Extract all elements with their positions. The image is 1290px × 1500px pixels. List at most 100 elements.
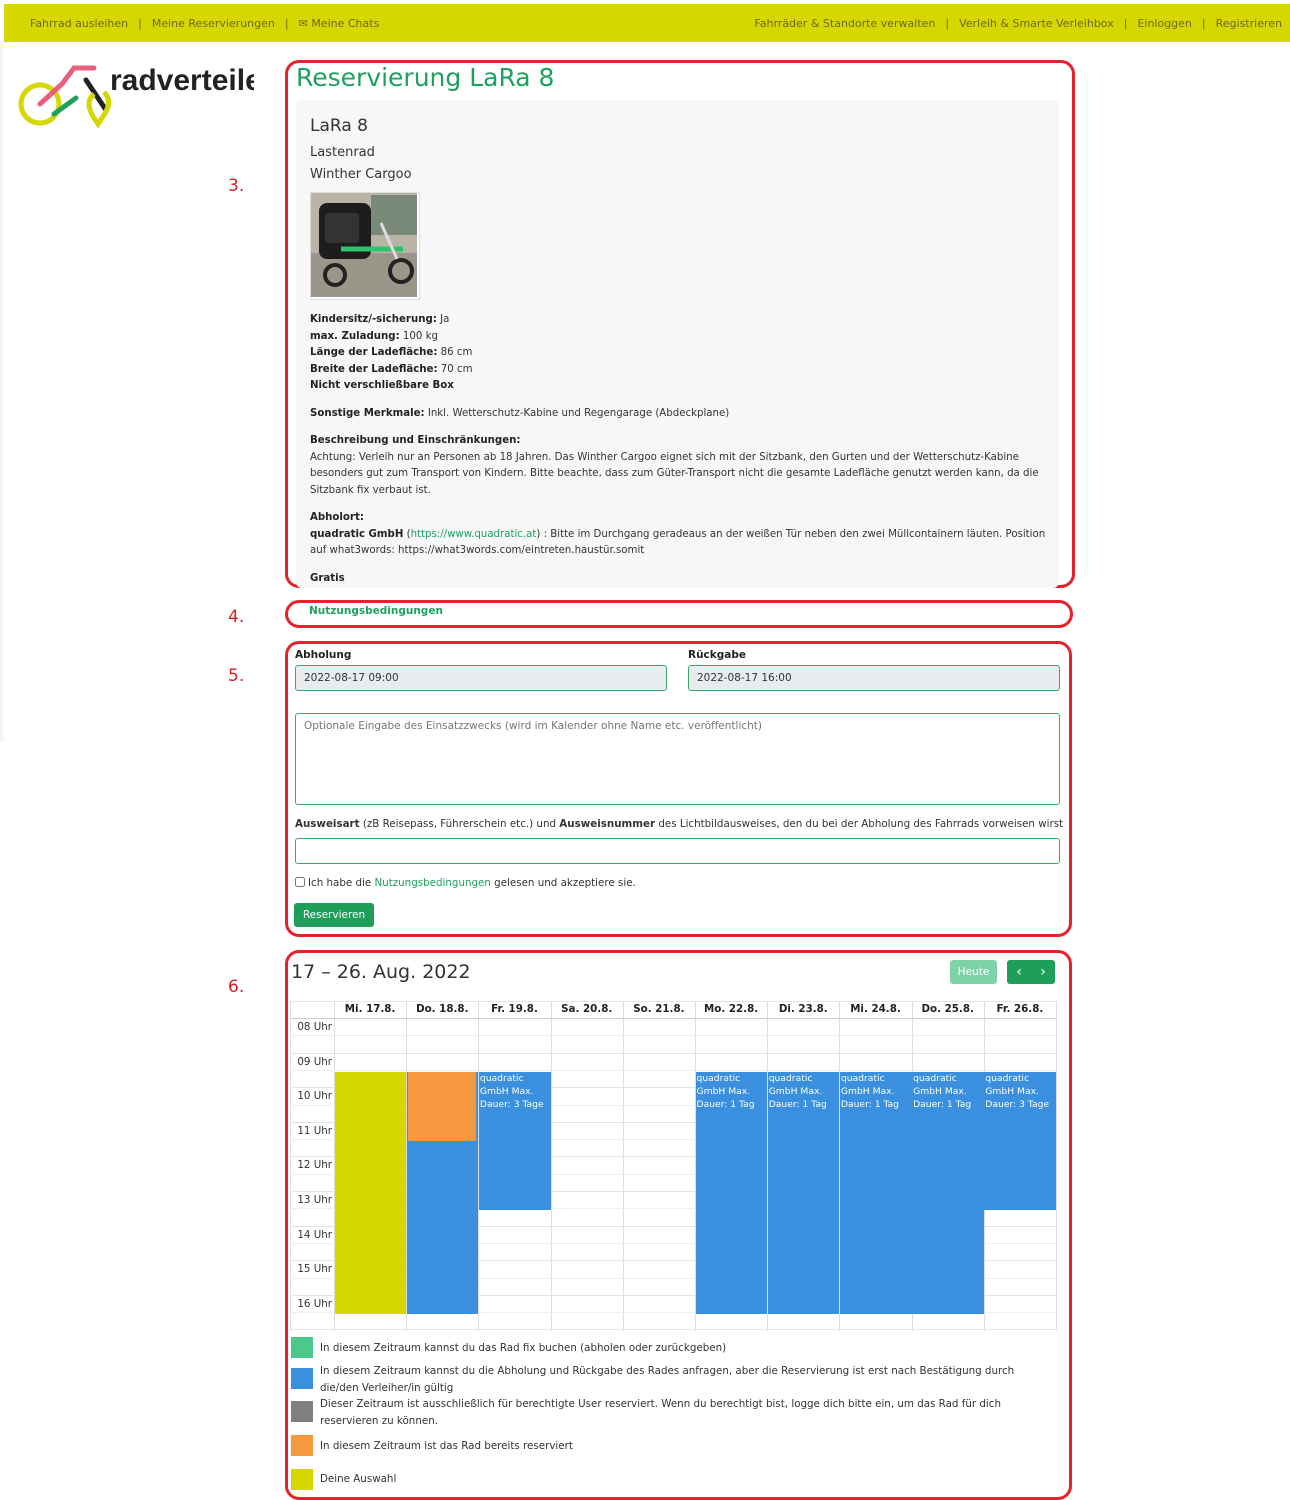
today-button[interactable]: Heute [950,960,997,984]
legend-text: In diesem Zeitraum ist das Rad bereits r… [320,1440,573,1452]
nav-left: Fahrrad ausleihen | Meine Reservierungen | ✉… [30,17,380,30]
bike-info-card: LaRa 8 Lastenrad Winther Cargoo Kindersi… [296,100,1059,588]
nav-manage-bikes[interactable]: Fahrräder & Standorte verwalten [754,17,935,30]
spec-box: Nicht verschließbare Box [310,380,454,391]
calendar-event[interactable] [334,1071,407,1315]
nav-my-reservations[interactable]: Meine Reservierungen [152,17,275,30]
accept-terms-link[interactable]: Nutzungsbedingungen [374,877,490,889]
nav-rent-bike[interactable]: Fahrrad ausleihen [30,17,128,30]
spec-cargo-length: Länge der Ladefläche: 86 cm [310,347,473,358]
calendar-hour-label: 14 Uhr [297,1228,332,1241]
legend-text: Deine Auswahl [320,1473,397,1485]
legend-text: Dieser Zeitraum ist ausschließlich für b… [320,1398,1001,1427]
id-document-input[interactable] [295,838,1060,864]
nav-my-chats[interactable]: ✉ Meine Chats [299,17,380,30]
calendar-slot-line [290,1035,1056,1037]
legend-text: In diesem Zeitraum kannst du das Rad fix… [320,1342,727,1354]
calendar-event[interactable]: quadratic GmbH Max. Dauer: 1 Tag [767,1071,840,1315]
calendar-day-header: Sa. 20.8. [561,1003,613,1015]
calendar-hour-label: 12 Uhr [297,1159,332,1172]
calendar-day-header: Fr. 19.8. [491,1003,538,1015]
calendar-day-header: Do. 25.8. [921,1003,974,1015]
legend-swatch [291,1435,313,1456]
calendar-day-header: Mo. 22.8. [704,1003,759,1015]
calendar-column-divider [550,1001,552,1331]
calendar-slot-line [290,1069,1056,1071]
step-label-4: 4. [228,607,245,627]
calendar-event[interactable]: quadratic GmbH Max. Dauer: 1 Tag [839,1071,912,1315]
calendar-day-header: Mi. 24.8. [850,1003,901,1015]
calendar-hour-label: 13 Uhr [297,1194,332,1206]
pickup-location: Abholort: quadratic GmbH (https://www.qua… [310,512,1046,556]
nav-right: Fahrräder & Standorte verwalten | Verleih … [754,17,1282,30]
calendar-slot-line [290,1329,1056,1331]
calendar-event[interactable]: quadratic GmbH Max. Dauer: 1 Tag [912,1071,984,1315]
nav-login[interactable]: Einloggen [1137,17,1191,30]
calendar-day-header: Fr. 26.8. [996,1003,1044,1015]
top-navbar: Fahrrad ausleihen | Meine Reservierungen | ✉… [4,4,1290,42]
chevron-left-icon: ‹ [1016,964,1022,980]
bike-photo[interactable] [310,192,420,300]
pickup-url-link[interactable]: https://www.quadratic.at [411,529,537,540]
page-title: Reservierung LaRa 8 [296,63,555,92]
legend-swatch [291,1337,313,1358]
calendar-event[interactable]: quadratic GmbH Max. Dauer: 3 Tage [478,1071,551,1211]
calendar-day-header: So. 21.8. [633,1003,685,1015]
calendar-column-divider [622,1001,624,1331]
step-label-5: 5. [228,666,245,686]
calendar-slot-line [290,1052,1056,1054]
calendar-event[interactable]: quadratic GmbH Max. Dauer: 3 Tage [984,1071,1056,1211]
calendar-hour-label: 16 Uhr [297,1297,332,1310]
nav-register[interactable]: Registrieren [1216,17,1282,30]
accept-terms-row: Ich habe die Nutzungsbedingungen gelesen… [295,877,636,889]
legend-swatch [291,1368,313,1389]
terms-link[interactable]: Nutzungsbedingungen [309,605,443,617]
cargo-bike-image-icon [311,193,417,297]
return-label: Rückgabe [688,649,747,661]
spec-max-load: max. Zuladung: 100 kg [310,330,438,342]
bike-features: Sonstige Merkmale: Inkl. Wetterschutz-Ka… [310,407,730,419]
calendar-event[interactable] [408,1071,477,1142]
bike-specs: Kindersitz/-sicherung: Ja max. Zuladung:… [310,312,1050,587]
calendar-hour-label: 08 Uhr [297,1021,332,1033]
legend-text: In diesem Zeitraum kannst du die Abholun… [320,1365,1015,1394]
id-document-label: Ausweisart (zB Reisepass, Führerschein e… [295,818,1064,830]
purpose-textarea[interactable] [295,713,1060,805]
bike-name: LaRa 8 [310,116,368,136]
prev-week-button[interactable]: ‹ [1007,960,1031,984]
nav-rental-box[interactable]: Verleih & Smarte Verleihbox [959,17,1114,30]
calendar-event[interactable]: quadratic GmbH Max. Dauer: 1 Tag [695,1071,768,1315]
calendar-header-divider [290,1018,1056,1019]
calendar-hour-label: 09 Uhr [297,1055,332,1068]
radverteiler-logo[interactable]: radverteiler [14,58,274,132]
spec-child-seat: Kindersitz/-sicherung: Ja [310,314,450,325]
calendar-day-header: Do. 18.8. [416,1003,469,1015]
return-datetime-input[interactable]: 2022-08-17 16:00 [688,665,1060,691]
next-week-button[interactable]: › [1031,960,1055,984]
accept-terms-checkbox[interactable] [295,877,305,887]
legend-swatch [291,1469,313,1490]
step-label-3: 3. [228,176,245,196]
step-label-6: 6. [228,977,245,997]
sidebar-shadow [0,42,6,742]
bike-description: Beschreibung und Einschränkungen: Achtung… [310,435,1039,496]
pickup-datetime-input[interactable]: 2022-08-17 09:00 [295,665,667,691]
calendar-hour-label: 11 Uhr [297,1124,332,1137]
bike-model: Winther Cargoo [310,167,412,182]
chevron-right-icon: › [1040,964,1046,980]
calendar-day-header: Di. 23.8. [778,1003,828,1015]
bike-type: Lastenrad [310,145,375,160]
calendar-day-header: Mi. 17.8. [344,1003,396,1015]
calendar-range-title: 17 – 26. Aug. 2022 [291,961,471,983]
reserve-button[interactable]: Reservieren [294,903,374,927]
calendar-column-divider [1056,1001,1057,1331]
week-calendar: Mi. 17.8. Do. 18.8. Fr. 19.8. Sa. 20.8. So. … [290,1001,1057,1331]
calendar-hour-label: 15 Uhr [297,1263,332,1276]
svg-text:radverteiler: radverteiler [110,64,254,97]
spec-cargo-width: Breite der Ladefläche: 70 cm [310,363,473,375]
pickup-label: Abholung [295,649,352,661]
envelope-icon: ✉ [298,17,308,30]
legend-swatch [291,1401,313,1422]
calendar-hour-label: 10 Uhr [297,1090,332,1103]
price-label: Gratis [310,572,345,584]
